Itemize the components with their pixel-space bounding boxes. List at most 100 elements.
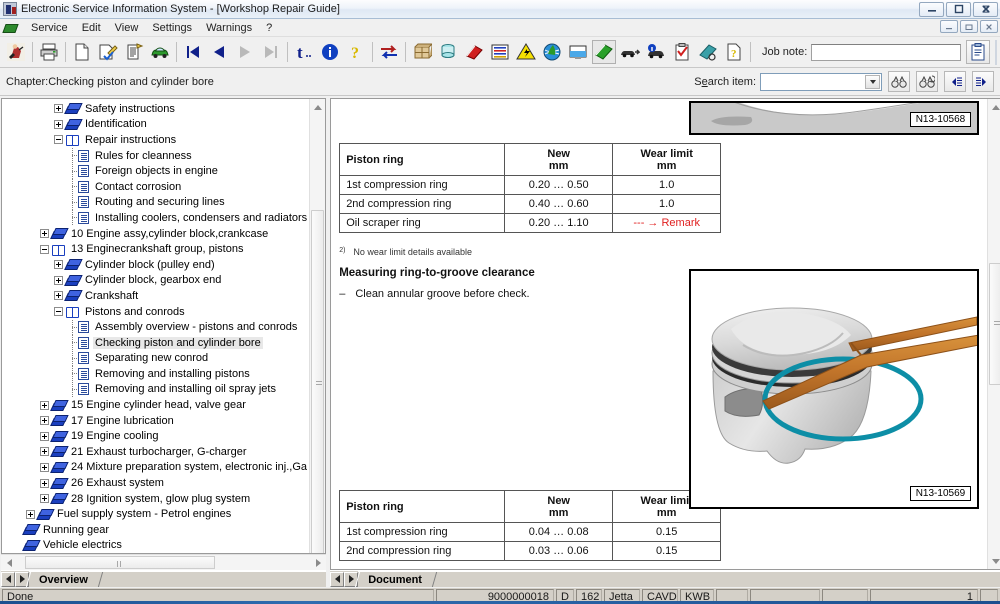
- mdi-restore-button[interactable]: [960, 20, 978, 33]
- figure-piston-top[interactable]: N13-10568: [689, 101, 979, 135]
- previous-hit-icon[interactable]: [944, 71, 966, 92]
- next-record-icon[interactable]: [233, 40, 257, 64]
- minimize-button[interactable]: [919, 2, 944, 17]
- car-info-icon[interactable]: [644, 40, 668, 64]
- new-document-icon[interactable]: [70, 40, 94, 64]
- expand-plus-icon[interactable]: [54, 120, 63, 129]
- print-icon[interactable]: [37, 40, 61, 64]
- globe-icon[interactable]: [540, 40, 564, 64]
- scroll-up-button[interactable]: [988, 99, 1000, 115]
- document-vertical-scrollbar[interactable]: [987, 99, 1000, 569]
- scroll-right-button[interactable]: [310, 555, 326, 570]
- doc-help-icon[interactable]: ?: [722, 40, 746, 64]
- expand-plus-icon[interactable]: [40, 416, 49, 425]
- tree-item[interactable]: 24 Mixture preparation system, electroni…: [4, 460, 309, 476]
- tree-item[interactable]: Contact corrosion: [4, 179, 309, 195]
- expand-plus-icon[interactable]: [40, 479, 49, 488]
- tree-item[interactable]: Cylinder block (pulley end): [4, 257, 309, 273]
- mdi-minimize-button[interactable]: [940, 20, 958, 33]
- job-note-input[interactable]: [811, 44, 961, 61]
- tab-document[interactable]: Document: [358, 571, 432, 587]
- scroll-track-h[interactable]: [17, 555, 310, 570]
- vehicle-icon[interactable]: [148, 40, 172, 64]
- next-hit-icon[interactable]: [972, 71, 994, 92]
- back-link-icon[interactable]: t: [292, 40, 316, 64]
- tree-item[interactable]: 15 Engine cylinder head, valve gear: [4, 397, 309, 413]
- tree-horizontal-scrollbar[interactable]: [1, 554, 326, 570]
- help-icon[interactable]: ?: [344, 40, 368, 64]
- tree-item[interactable]: Cylinder block, gearbox end: [4, 273, 309, 289]
- close-button[interactable]: [973, 2, 998, 17]
- menu-item-help[interactable]: ?: [259, 21, 279, 35]
- menu-item-warnings[interactable]: Warnings: [199, 21, 259, 35]
- expand-plus-icon[interactable]: [40, 432, 49, 441]
- tree-item[interactable]: 26 Exhaust system: [4, 475, 309, 491]
- tab-prev-button[interactable]: [1, 572, 15, 587]
- scroll-up-button[interactable]: [310, 99, 325, 115]
- collapse-minus-icon[interactable]: [40, 245, 49, 254]
- expand-plus-icon[interactable]: [40, 401, 49, 410]
- menu-item-service[interactable]: Service: [24, 21, 75, 35]
- expand-plus-icon[interactable]: [40, 494, 49, 503]
- figure-piston-ring-fitting[interactable]: N13-10569: [689, 269, 979, 509]
- red-book-icon[interactable]: [462, 40, 486, 64]
- tree-item[interactable]: Identification: [4, 117, 309, 133]
- expand-plus-icon[interactable]: [26, 510, 35, 519]
- tree-item[interactable]: Foreign objects in engine: [4, 163, 309, 179]
- menu-item-settings[interactable]: Settings: [145, 21, 199, 35]
- tree-item[interactable]: Vehicle electrics: [4, 538, 309, 553]
- tree-item[interactable]: Rules for cleanness: [4, 148, 309, 164]
- collapse-minus-icon[interactable]: [54, 135, 63, 144]
- tree-item[interactable]: Routing and securing lines: [4, 195, 309, 211]
- tree-item[interactable]: Checking piston and cylinder bore: [4, 335, 309, 351]
- edit-document-icon[interactable]: [96, 40, 120, 64]
- tree-item[interactable]: Installing coolers, condensers and radia…: [4, 210, 309, 226]
- tree-item[interactable]: 21 Exhaust turbocharger, G-charger: [4, 444, 309, 460]
- scroll-left-button[interactable]: [1, 555, 17, 570]
- tree-item[interactable]: Crankshaft: [4, 288, 309, 304]
- previous-record-icon[interactable]: [207, 40, 231, 64]
- tree-item[interactable]: Removing and installing pistons: [4, 366, 309, 382]
- tree-item[interactable]: 28 Ignition system, glow plug system: [4, 491, 309, 507]
- expand-plus-icon[interactable]: [54, 276, 63, 285]
- tree-item[interactable]: 13 Enginecrankshaft group, pistons: [4, 241, 309, 257]
- expand-plus-icon[interactable]: [40, 447, 49, 456]
- parts-box-icon[interactable]: [410, 40, 434, 64]
- scroll-thumb-h[interactable]: [25, 556, 215, 569]
- chevron-down-icon[interactable]: [865, 75, 880, 89]
- expand-plus-icon[interactable]: [40, 463, 49, 472]
- exit-icon[interactable]: [4, 40, 28, 64]
- tree-item[interactable]: Removing and installing oil spray jets: [4, 382, 309, 398]
- scroll-track[interactable]: [988, 115, 1000, 553]
- tab-prev-button[interactable]: [330, 572, 344, 587]
- checklist-icon[interactable]: [670, 40, 694, 64]
- tree-item[interactable]: Fuel supply system - Petrol engines: [4, 506, 309, 522]
- tree-item[interactable]: Separating new conrod: [4, 351, 309, 367]
- scroll-down-button[interactable]: [988, 553, 1000, 569]
- mdi-close-button[interactable]: [980, 20, 998, 33]
- tree-item[interactable]: Repair instructions: [4, 132, 309, 148]
- clipboard-icon[interactable]: [966, 40, 990, 64]
- tree-item[interactable]: 17 Engine lubrication: [4, 413, 309, 429]
- first-record-icon[interactable]: [181, 40, 205, 64]
- tree-item[interactable]: 10 Engine assy,cylinder block,crankcase: [4, 226, 309, 242]
- swap-icon[interactable]: [377, 40, 401, 64]
- tab-overview[interactable]: Overview: [29, 571, 98, 587]
- scroll-thumb[interactable]: [989, 263, 1000, 385]
- search-again-binoculars-icon[interactable]: [916, 71, 938, 92]
- menu-item-edit[interactable]: Edit: [75, 21, 108, 35]
- screen-icon[interactable]: [566, 40, 590, 64]
- green-book-icon[interactable]: [592, 40, 616, 64]
- navigation-tree[interactable]: Safety instructionsIdentificationRepair …: [2, 99, 309, 553]
- warning-icon[interactable]: [514, 40, 538, 64]
- tree-item[interactable]: Running gear: [4, 522, 309, 538]
- menu-item-view[interactable]: View: [108, 21, 146, 35]
- car-arrow-icon[interactable]: [618, 40, 642, 64]
- tree-item[interactable]: Assembly overview - pistons and conrods: [4, 319, 309, 335]
- expand-plus-icon[interactable]: [54, 291, 63, 300]
- blue-book-icon[interactable]: [696, 40, 720, 64]
- tree-item[interactable]: 19 Engine cooling: [4, 428, 309, 444]
- document-list-icon[interactable]: [122, 40, 146, 64]
- search-input[interactable]: [760, 73, 882, 91]
- info-icon[interactable]: [318, 40, 342, 64]
